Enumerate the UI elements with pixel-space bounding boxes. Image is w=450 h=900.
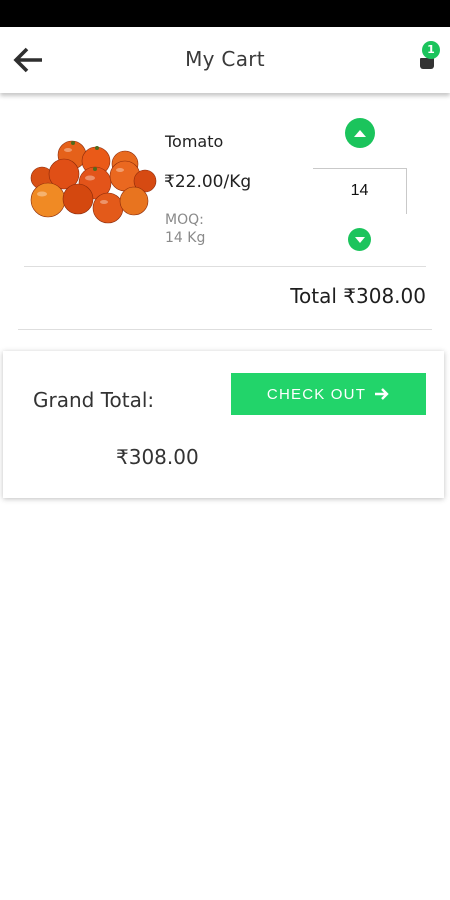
status-bar	[0, 0, 450, 27]
item-price: ₹22.00/Kg	[164, 172, 252, 192]
page-title: My Cart	[185, 47, 265, 71]
tomato-image	[30, 140, 157, 224]
chevron-up-icon	[354, 130, 366, 137]
item-total: Total ₹308.00	[290, 284, 426, 308]
checkout-label: CHECK OUT	[266, 385, 367, 403]
moq-value: 14 Kg	[165, 230, 206, 246]
grand-total-label: Grand Total:	[33, 388, 155, 412]
item-name: Tomato	[165, 132, 224, 151]
cart-count-badge: 1	[422, 41, 440, 59]
decrease-quantity-button[interactable]	[348, 228, 371, 251]
chevron-down-icon	[354, 236, 365, 243]
cart-icon	[420, 58, 434, 69]
section-divider	[18, 329, 432, 330]
grand-total-value: ₹308.00	[116, 445, 199, 469]
item-divider	[24, 266, 426, 267]
increase-quantity-button[interactable]	[345, 118, 375, 148]
quantity-input[interactable]: 14	[313, 168, 407, 214]
item-moq: MOQ: 14 Kg	[165, 211, 225, 247]
moq-label: MOQ:	[165, 212, 204, 228]
cart-item: Tomato ₹22.00/Kg MOQ: 14 Kg 14	[0, 110, 450, 260]
checkout-button[interactable]: CHECK OUT	[231, 373, 426, 415]
summary-card: Grand Total: ₹308.00 CHECK OUT	[3, 351, 444, 498]
arrow-right-icon	[375, 388, 389, 400]
cart-button[interactable]: 1	[412, 41, 446, 75]
app-bar: My Cart 1	[0, 27, 450, 93]
